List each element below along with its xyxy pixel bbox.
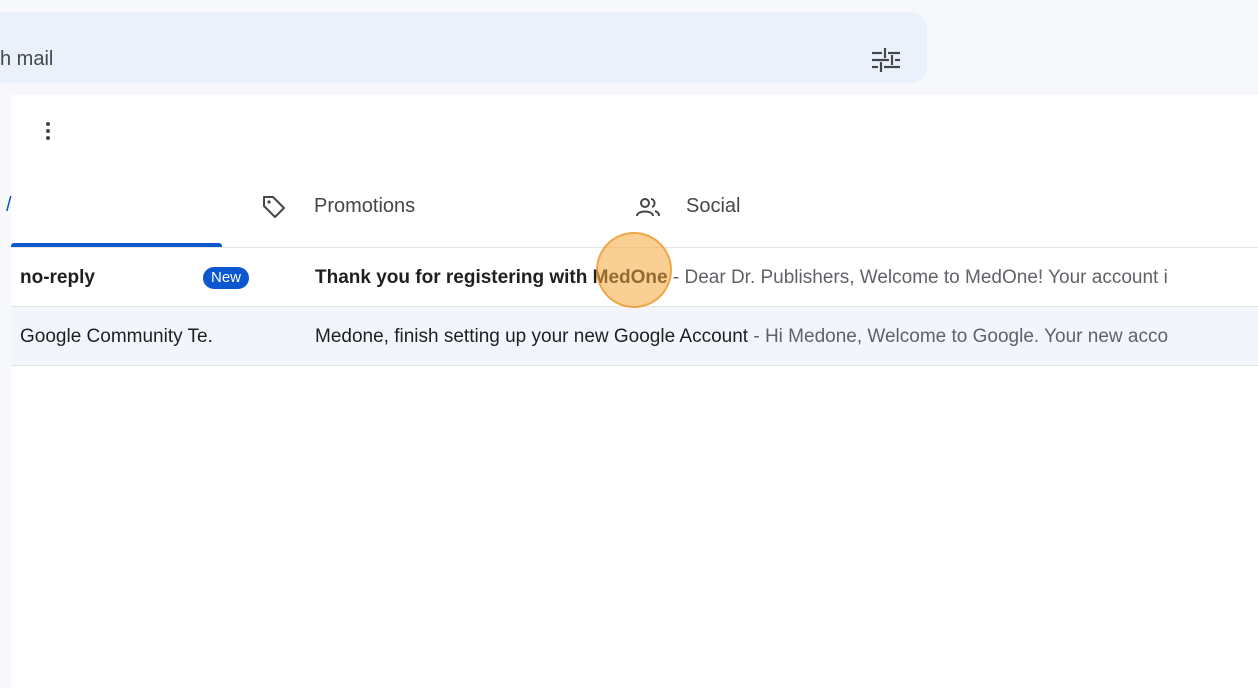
- email-preview: Medone, finish setting up your new Googl…: [315, 326, 1168, 348]
- search-bar[interactable]: h mail: [0, 12, 927, 83]
- tab-primary[interactable]: /: [6, 194, 12, 217]
- email-sender: no-reply: [20, 267, 95, 288]
- new-badge: New: [203, 267, 250, 289]
- email-snippet: Dear Dr. Publishers, Welcome to MedOne! …: [684, 267, 1168, 288]
- email-snippet: Hi Medone, Welcome to Google. Your new a…: [764, 326, 1169, 347]
- people-icon: [636, 198, 660, 217]
- email-row[interactable]: Google Community Te. Medone, finish sett…: [11, 307, 1258, 366]
- email-preview: Thank you for registering with MedOne - …: [315, 267, 1168, 289]
- email-sender: Google Community Te.: [20, 326, 213, 347]
- tab-promotions[interactable]: Promotions: [314, 195, 415, 218]
- more-vert-icon[interactable]: [38, 119, 58, 143]
- mail-list-panel: [11, 95, 1258, 688]
- tag-icon: [263, 196, 285, 218]
- search-input-text[interactable]: h mail: [0, 48, 53, 71]
- email-separator: -: [748, 326, 765, 347]
- tune-icon[interactable]: [869, 45, 903, 75]
- tab-social[interactable]: Social: [686, 195, 740, 218]
- click-highlight: [596, 232, 672, 308]
- email-subject: Medone, finish setting up your new Googl…: [315, 326, 749, 347]
